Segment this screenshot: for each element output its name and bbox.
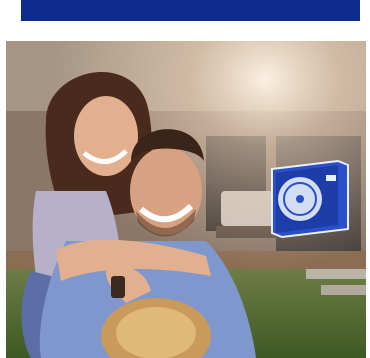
hero-image xyxy=(6,41,366,358)
bracelets xyxy=(111,276,125,298)
top-banner xyxy=(21,0,360,21)
straw-hat-crown xyxy=(116,307,196,358)
page xyxy=(0,0,370,358)
fan-hub xyxy=(296,195,304,203)
unit-label xyxy=(326,175,336,181)
outdoor-ac-unit-icon xyxy=(271,159,349,239)
